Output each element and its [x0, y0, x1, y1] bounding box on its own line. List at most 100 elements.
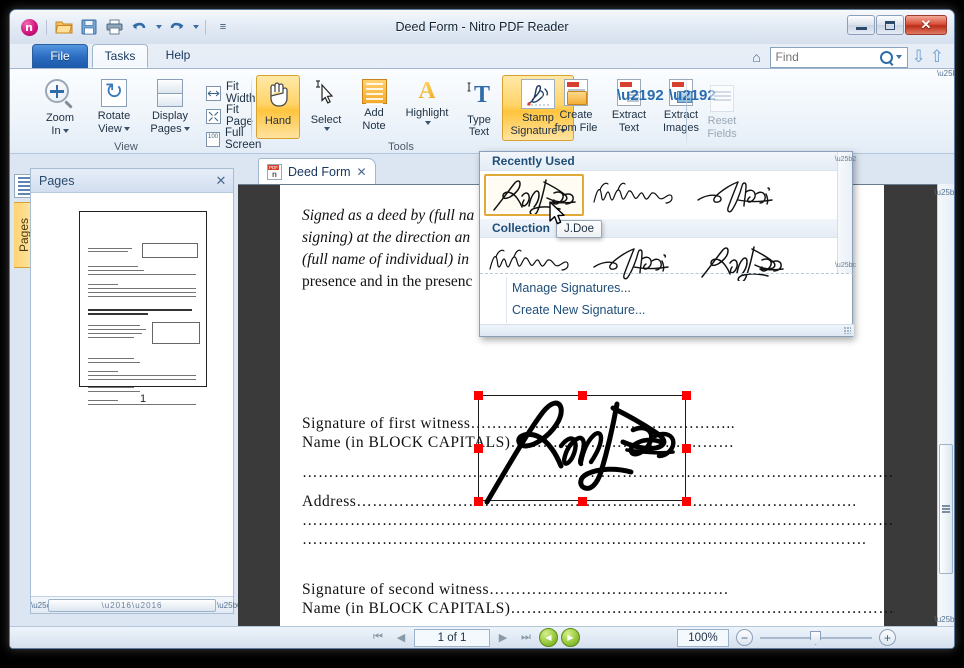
save-icon[interactable]	[78, 16, 100, 38]
undo-icon[interactable]	[128, 16, 150, 38]
home-icon[interactable]: ⌂	[748, 48, 766, 66]
redo-icon[interactable]	[165, 16, 187, 38]
select-dropdown-icon[interactable]	[324, 127, 330, 131]
add-note-label-2: Note	[362, 119, 386, 132]
tab-tasks[interactable]: Tasks	[92, 44, 148, 68]
extract-text-icon: \u2192	[617, 79, 664, 106]
create-from-file-label-2: from File	[554, 121, 598, 134]
zoom-level-field[interactable]: 100%	[677, 628, 729, 647]
doc-line-blank-3: …………………………………………………………………………………………….	[302, 531, 867, 548]
print-icon[interactable]	[103, 16, 125, 38]
tab-help[interactable]: Help	[150, 44, 206, 68]
document-tab[interactable]: Deed Form ✕	[258, 158, 376, 184]
find-next-icon[interactable]: ⇩	[912, 47, 926, 67]
next-page-button[interactable]: ▶	[493, 629, 513, 647]
search-input[interactable]	[775, 50, 880, 64]
signature-scroll-up-icon[interactable]: \u25b2	[835, 152, 856, 167]
highlight-dropdown-icon[interactable]	[425, 120, 431, 125]
search-box[interactable]	[769, 46, 908, 68]
thumbnail-area[interactable]: 1	[31, 193, 233, 595]
open-icon[interactable]	[53, 16, 75, 38]
zoom-in-button[interactable]: Zoom In	[34, 75, 86, 138]
resize-handle-ne[interactable]	[682, 391, 691, 400]
search-icon[interactable]	[879, 50, 893, 64]
create-from-file-button[interactable]: Create from File	[548, 75, 604, 135]
signature-thumb-recent-2[interactable]: Bardi	[692, 174, 792, 216]
signature-scroll-down-icon[interactable]: \u25bc	[835, 258, 856, 273]
last-page-button[interactable]: ⏭	[516, 629, 536, 647]
nitro-logo-icon[interactable]: n	[18, 16, 40, 38]
doc-line-4: presence and in the presenc	[302, 273, 473, 290]
navigate-back-button[interactable]: ◀	[539, 628, 558, 647]
scroll-up-icon[interactable]: \u25b2	[934, 184, 954, 201]
signature-ink-bardi-recent	[697, 181, 773, 213]
maximize-button[interactable]	[876, 15, 904, 35]
zoom-in-stepper-button[interactable]: +	[879, 629, 896, 646]
resize-handle-se[interactable]	[682, 497, 691, 506]
customize-qat-icon[interactable]: ≡	[212, 16, 234, 38]
select-tool-button[interactable]: Select	[302, 75, 350, 132]
manage-signatures-menu-item[interactable]: Manage Signatures...	[480, 277, 854, 299]
pages-panel-horizontal-scrollbar[interactable]: \u25c0 \u2016\u2016 \u25b6	[31, 596, 241, 613]
page-thumbnail[interactable]	[79, 211, 207, 405]
resize-handle-n[interactable]	[578, 391, 587, 400]
navigate-forward-button[interactable]: ▶	[561, 628, 580, 647]
pdf-file-icon	[267, 163, 282, 180]
rotate-view-button[interactable]: Rotate View	[88, 75, 140, 136]
display-pages-button[interactable]: Display Pages	[142, 75, 198, 136]
undo-dropdown-icon[interactable]	[156, 25, 162, 29]
reset-fields-icon	[710, 85, 734, 112]
zoom-slider[interactable]	[760, 629, 872, 646]
highlight-button[interactable]: A Highlight	[398, 75, 456, 126]
find-zone: ⌂ ⇩ ⇧	[748, 46, 944, 68]
ribbon-group-extract: Create from File \u2192 Extract Text \u2…	[548, 69, 716, 155]
extract-text-button[interactable]: \u2192 Extract Text	[606, 75, 664, 135]
scroll-right-icon[interactable]: \u25b6	[217, 601, 241, 610]
previous-page-button[interactable]: ◀	[391, 629, 411, 647]
resize-handle-nw[interactable]	[474, 391, 483, 400]
zoom-in-label-2: In	[51, 125, 69, 138]
signature-thumb-recent-0[interactable]: J.Doe	[484, 174, 584, 216]
status-bar: ⏮ ◀ 1 of 1 ▶ ⏭ ◀ ▶ 100% − +	[10, 626, 954, 648]
placed-signature[interactable]: John Roe	[474, 391, 691, 506]
scrollbar-thumb[interactable]: \u2016\u2016	[48, 598, 216, 612]
document-vertical-scrollbar[interactable]: \u25b2 \u25bc	[934, 184, 954, 628]
add-note-button[interactable]: Add Note	[352, 75, 396, 133]
zoom-out-button[interactable]: −	[736, 629, 753, 646]
find-previous-icon[interactable]: ⇧	[930, 47, 944, 67]
resize-handle-s[interactable]	[578, 497, 587, 506]
page-number-field[interactable]: 1 of 1	[414, 628, 490, 647]
signature-panel-scrollbar[interactable]: \u25b2 \u25bc	[835, 152, 856, 273]
resize-handle-w[interactable]	[474, 444, 483, 453]
signature-ink-bardi-collection	[593, 248, 669, 280]
resize-handle-sw[interactable]	[474, 497, 483, 506]
signature-thumb-recent-1[interactable]: Woodrow Wilson	[588, 174, 688, 216]
collection-header: Collection	[480, 219, 852, 238]
reset-fields-label-1: Reset	[707, 115, 737, 127]
signature-ink-jdoe-collection	[701, 246, 784, 281]
close-button[interactable]: ✕	[905, 15, 947, 35]
hand-tool-button[interactable]: Hand	[256, 75, 300, 139]
create-new-signature-menu-item[interactable]: Create New Signature...	[480, 299, 854, 321]
redo-dropdown-icon[interactable]	[193, 25, 199, 29]
ribbon-collapse-icon[interactable]: \u25bc	[937, 69, 954, 85]
placed-signature-ink	[484, 400, 676, 505]
highlight-icon: A	[418, 78, 436, 104]
document-scrollbar-thumb[interactable]	[939, 444, 953, 574]
pages-panel-close-icon[interactable]: ✕	[213, 173, 229, 189]
zoom-slider-thumb[interactable]	[810, 631, 821, 645]
extract-text-label-2: Text	[618, 121, 640, 134]
thumbnail-page-number: 1	[139, 393, 147, 405]
reset-fields-button[interactable]: Reset Fields	[696, 81, 748, 141]
search-options-icon[interactable]	[895, 55, 902, 59]
minimize-button[interactable]	[847, 15, 875, 35]
nitro-logo-glyph: n	[20, 18, 38, 36]
tab-file[interactable]: File	[32, 44, 88, 68]
first-page-button[interactable]: ⏮	[368, 629, 388, 647]
resize-grip-icon[interactable]	[844, 327, 851, 334]
rotate-view-label-2: View	[98, 123, 130, 136]
document-tab-close-icon[interactable]: ✕	[357, 165, 367, 179]
scroll-left-icon[interactable]: \u25c0	[31, 601, 55, 610]
type-text-button[interactable]: T Type Text	[458, 75, 500, 140]
resize-handle-e[interactable]	[682, 444, 691, 453]
